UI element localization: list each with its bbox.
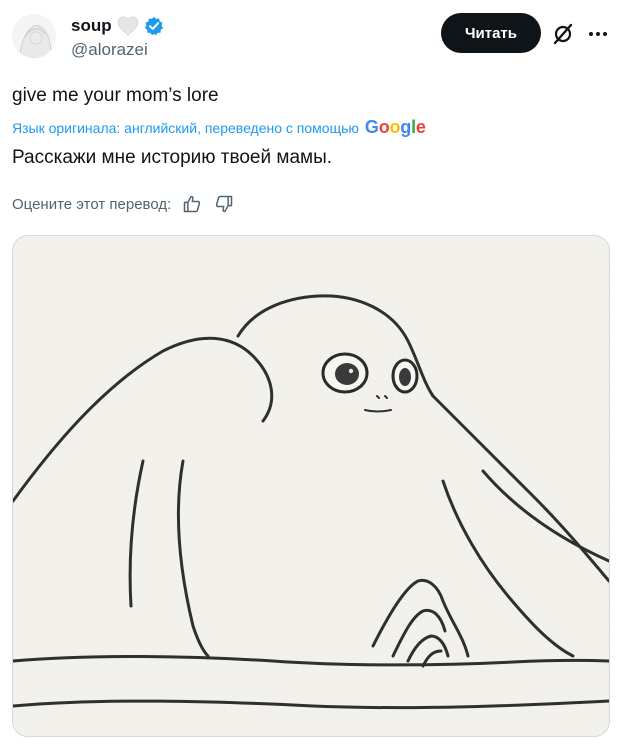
translation-info[interactable]: Язык оригинала: английский, переведено с… xyxy=(12,117,426,138)
translated-text: Расскажи мне историю твоей мамы. xyxy=(12,147,333,168)
thumbs-up-icon[interactable] xyxy=(181,193,203,215)
verified-badge-icon[interactable] xyxy=(144,16,164,36)
author-handle[interactable]: @alorazei xyxy=(71,40,148,60)
grok-icon[interactable] xyxy=(549,20,577,48)
pencil-sketch-creature xyxy=(13,236,609,736)
rate-label: Оцените этот перевод: xyxy=(12,195,172,213)
tweet-text: give me your mom’s lore xyxy=(12,85,219,106)
author-name-row: soup xyxy=(71,14,164,38)
more-icon[interactable] xyxy=(585,20,611,48)
tweet-media-image[interactable] xyxy=(12,235,610,737)
display-name[interactable]: soup xyxy=(71,16,112,36)
translation-info-text: Язык оригинала: английский, переведено с… xyxy=(12,119,359,136)
thumbs-down-icon[interactable] xyxy=(213,193,235,215)
rate-translation: Оцените этот перевод: xyxy=(12,193,235,215)
google-logo: Google xyxy=(364,117,426,137)
follow-button[interactable]: Читать xyxy=(441,13,541,53)
avatar[interactable] xyxy=(12,14,56,58)
white-heart-icon xyxy=(117,16,139,36)
